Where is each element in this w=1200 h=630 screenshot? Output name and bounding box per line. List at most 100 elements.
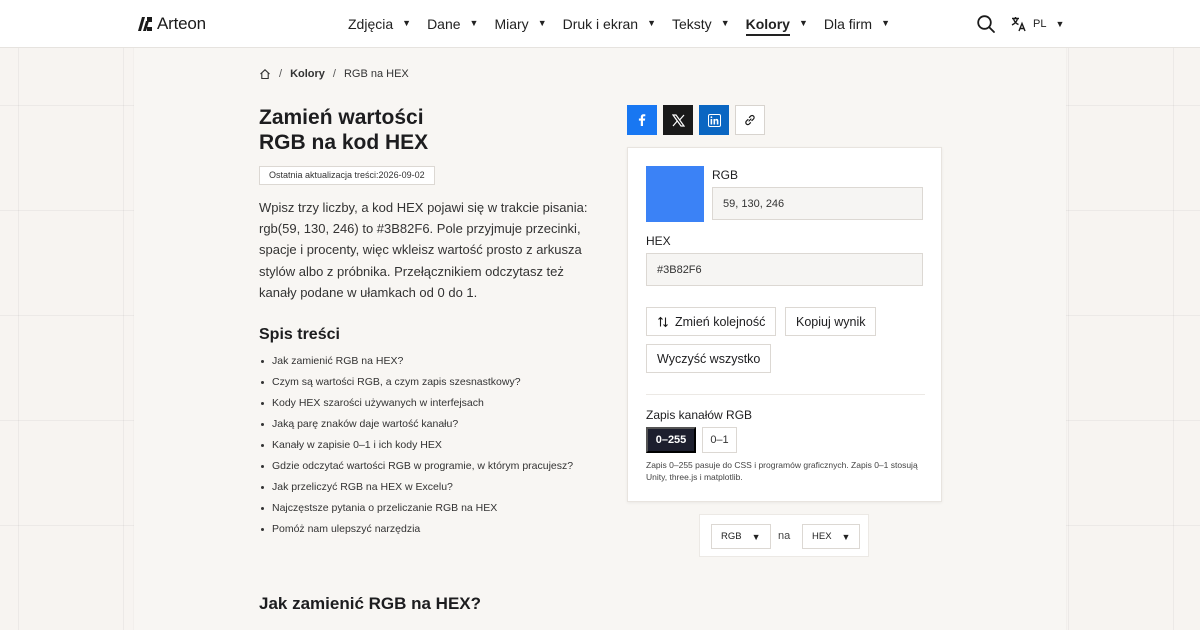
to-format-value: HEX [812,531,832,542]
format-joiner: na [778,530,791,542]
caret-down-icon: ▼ [720,18,730,28]
share-x-button[interactable] [663,105,693,135]
language-switcher[interactable]: PL ▼ [1010,14,1064,34]
share-facebook-button[interactable] [627,105,657,135]
toc-item[interactable]: Kody HEX szarości używanych w interfejsa… [259,395,619,416]
last-updated-date: 2026-09-02 [378,170,425,180]
nav-item-miary[interactable]: Miary ▼ [494,0,546,48]
bullet-icon [261,444,264,447]
rgb-label: RGB [712,168,739,182]
nav-label: Dane [427,16,461,32]
nav-label: Zdjęcia [348,16,394,32]
rgb-input[interactable] [712,187,923,220]
bullet-icon [261,423,264,426]
rgb-to-hex-converter: RGB HEX Zmień kolejność Kopiuj wynik Wyc… [627,147,942,502]
toc-item[interactable]: Jaką parę znaków daje wartość kanału? [259,416,619,437]
bullet-icon [261,528,264,531]
language-code: PL [1033,18,1047,30]
nav-item-druk-i-ekran[interactable]: Druk i ekran ▼ [563,0,656,48]
bullet-icon [261,402,264,405]
link-icon [745,114,755,126]
copy-result-label: Kopiuj wynik [796,314,866,329]
toc-item-label: Kanały w zapisie 0–1 i ich kody HEX [272,439,442,451]
top-navigation-bar: Arteon Zdjęcia ▼ Dane ▼ Miary ▼ Druk i e… [0,0,1200,48]
nav-label: Teksty [672,16,712,32]
logo[interactable]: Arteon [137,14,206,34]
breadcrumb-separator: / [332,68,336,80]
translate-icon [1011,17,1026,32]
toc-item[interactable]: Czym są wartości RGB, a czym zapis szesn… [259,374,619,395]
nav-item-dane[interactable]: Dane ▼ [427,0,478,48]
copy-link-button[interactable] [735,105,765,135]
toc-item-label: Jaką parę znaków daje wartość kanału? [272,418,459,430]
search-button[interactable] [976,14,996,34]
breadcrumb-link-kolory[interactable]: Kolory [290,68,325,80]
logo-mark-icon [138,17,152,31]
bullet-icon [261,465,264,468]
nav-label: Druk i ekran [562,16,639,32]
breadcrumb: / Kolory / RGB na HEX [259,68,409,80]
bullet-icon [261,360,264,363]
main-nav: Zdjęcia ▼ Dane ▼ Miary ▼ Druk i ekran ▼ … [348,0,906,48]
share-buttons [627,105,765,135]
divider [646,394,925,395]
mode-0-255-toggle[interactable]: 0–255 [646,427,696,453]
last-updated-badge: Ostatnia aktualizacja treści: 2026-09-02 [259,166,435,185]
toc-item-label: Czym są wartości RGB, a czym zapis szesn… [272,376,521,388]
clear-all-button[interactable]: Wyczyść wszystko [646,344,772,373]
nav-label: Miary [494,16,529,32]
linkedin-icon [707,113,721,127]
toc-item[interactable]: Kanały w zapisie 0–1 i ich kody HEX [259,437,619,458]
to-format-select[interactable]: HEX ▼ [802,524,861,549]
copy-result-button[interactable]: Kopiuj wynik [785,307,877,336]
from-format-select[interactable]: RGB ▼ [711,524,771,549]
toc-item-label: Pomóż nam ulepszyć narzędzia [272,523,421,535]
caret-down-icon: ▼ [469,18,479,28]
section-heading: Jak zamienić RGB na HEX? [259,594,482,613]
bullet-icon [261,486,264,489]
toc-heading: Spis treści [259,326,340,343]
hex-input[interactable] [646,253,923,286]
nav-item-kolory[interactable]: Kolory ▼ [745,0,808,48]
last-updated-label: Ostatnia aktualizacja treści: [269,170,379,180]
nav-label: Dla firm [823,16,873,32]
channel-mode-hint: Zapis 0–255 pasuje do CSS i programów gr… [646,460,918,482]
toc-item-label: Najczęstsze pytania o przeliczanie RGB n… [272,502,498,514]
nav-item-zdjecia[interactable]: Zdjęcia ▼ [348,0,411,48]
nav-label: Kolory [745,16,790,36]
toc-item[interactable]: Gdzie odczytać wartości RGB w programie,… [259,458,619,479]
facebook-icon [638,114,646,126]
caret-down-icon: ▼ [402,18,412,28]
breadcrumb-separator: / [279,68,283,80]
swap-order-label: Zmień kolejność [675,314,766,329]
logo-text: Arteon [157,14,206,33]
home-icon[interactable] [259,68,271,80]
page-title: Zamień wartości RGB na kod HEX [259,105,559,155]
search-icon [977,15,995,33]
table-of-contents: Jak zamienić RGB na HEX? Czym są wartośc… [259,353,619,542]
swap-order-button[interactable]: Zmień kolejność [646,307,777,336]
mode-0-1-toggle[interactable]: 0–1 [702,427,737,453]
toc-item[interactable]: Pomóż nam ulepszyć narzędzia [259,521,619,542]
toc-item[interactable]: Jak zamienić RGB na HEX? [259,353,619,374]
x-icon [671,113,685,127]
caret-down-icon: ▼ [647,18,656,28]
toc-item-label: Jak zamienić RGB na HEX? [272,355,404,367]
caret-down-icon: ▼ [537,18,547,28]
nav-item-dla-firm[interactable]: Dla firm ▼ [824,0,890,48]
caret-down-icon: ▼ [1055,19,1065,29]
color-preview-swatch [646,166,704,222]
toc-item-label: Gdzie odczytać wartości RGB w programie,… [272,460,574,472]
caret-down-icon: ▼ [751,531,761,542]
toc-item[interactable]: Jak przeliczyć RGB na HEX w Excelu? [259,479,619,500]
channel-mode-label: Zapis kanałów RGB [646,408,753,422]
toc-item[interactable]: Najczęstsze pytania o przeliczanie RGB n… [259,500,619,521]
page-title-line-2: RGB na kod HEX [259,131,429,154]
nav-item-teksty[interactable]: Teksty ▼ [672,0,730,48]
share-linkedin-button[interactable] [699,105,729,135]
clear-all-label: Wyczyść wszystko [657,351,761,366]
bullet-icon [261,507,264,510]
page-title-line-1: Zamień wartości [259,106,424,129]
intro-paragraph: Wpisz trzy liczby, a kod HEX pojawi się … [259,200,588,300]
conversion-format-selector: RGB ▼ na HEX ▼ [699,514,869,557]
